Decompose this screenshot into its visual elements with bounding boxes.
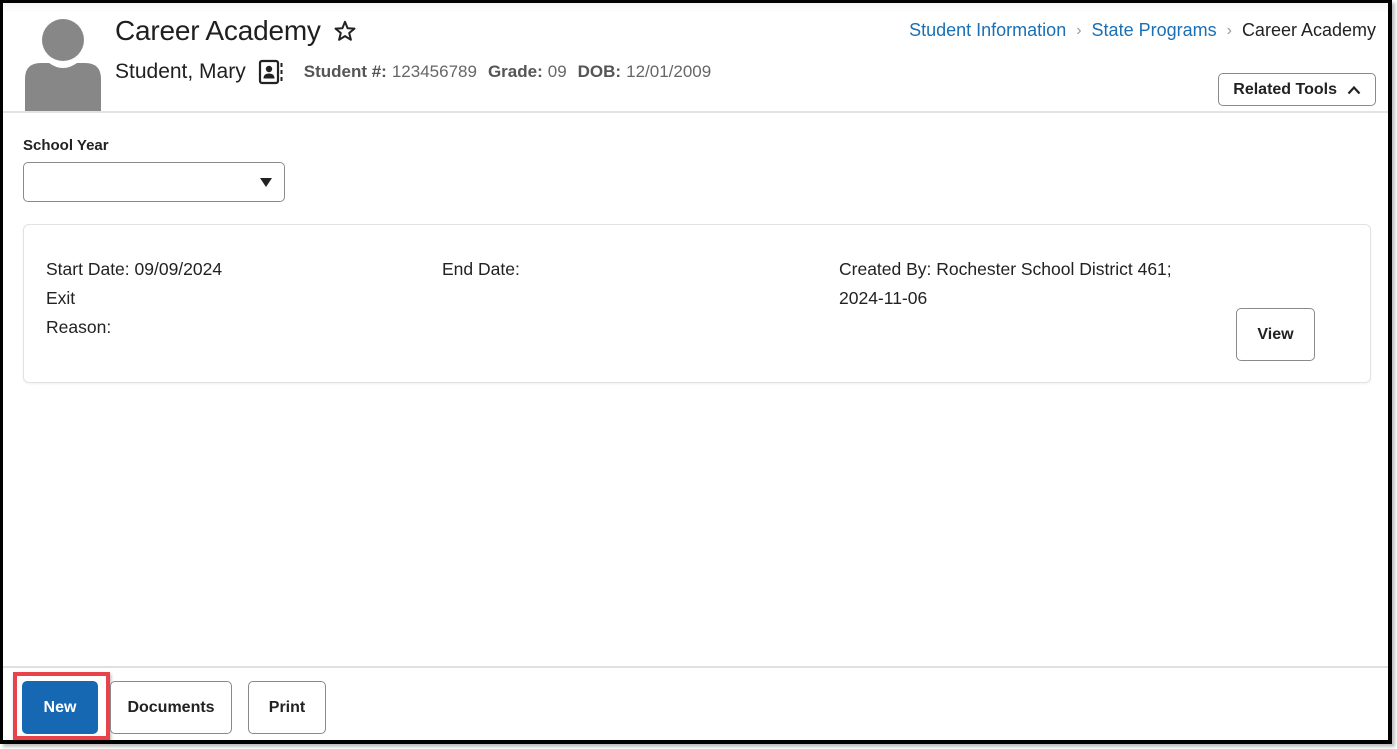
documents-button[interactable]: Documents xyxy=(110,681,232,734)
chevron-up-icon xyxy=(1347,85,1361,94)
record-dates-column: Start Date: 09/09/2024 Exit Reason: xyxy=(46,255,222,342)
student-meta: Student #: 123456789 Grade: 09 DOB: 12/0… xyxy=(304,62,722,82)
dropdown-caret-icon xyxy=(260,178,272,187)
page-header: Career Academy Student, Mary Student #: … xyxy=(3,3,1388,113)
grade-value: 09 xyxy=(547,62,567,81)
breadcrumb-student-information[interactable]: Student Information xyxy=(909,20,1066,41)
breadcrumb-state-programs[interactable]: State Programs xyxy=(1092,20,1217,41)
end-date: End Date: xyxy=(442,259,520,279)
favorite-star-icon[interactable] xyxy=(333,19,357,43)
start-date: Start Date: 09/09/2024 xyxy=(46,259,223,279)
breadcrumb-separator-icon: › xyxy=(1226,21,1232,39)
related-tools-button[interactable]: Related Tools xyxy=(1218,73,1376,106)
student-number-label: Student #: xyxy=(303,62,387,81)
student-avatar-icon xyxy=(25,19,101,111)
career-academy-record-card: Start Date: 09/09/2024 Exit Reason: End … xyxy=(23,224,1371,383)
view-button[interactable]: View xyxy=(1236,308,1315,361)
school-year-dropdown[interactable] xyxy=(23,162,285,202)
dob-label: DOB: xyxy=(577,62,622,81)
grade-label: Grade: xyxy=(487,62,543,81)
student-info-row: Student, Mary Student #: 123456789 Grade… xyxy=(115,59,722,85)
created-date: 2024-11-06 xyxy=(839,288,928,308)
breadcrumb-current: Career Academy xyxy=(1241,20,1376,40)
print-button[interactable]: Print xyxy=(248,681,326,734)
student-name: Student, Mary xyxy=(115,60,246,83)
page-frame: Career Academy Student, Mary Student #: … xyxy=(0,0,1392,744)
exit-reason-label-line1: Exit xyxy=(46,288,76,308)
page-title: Career Academy xyxy=(115,15,321,46)
action-bar: New Documents Print xyxy=(3,666,1388,740)
new-button[interactable]: New xyxy=(22,681,98,734)
breadcrumb: Student Information › State Programs › C… xyxy=(909,20,1376,41)
contact-card-icon[interactable] xyxy=(258,59,284,85)
student-number-value: 123456789 xyxy=(391,62,477,81)
school-year-label: School Year xyxy=(23,137,109,154)
created-by: Created By: Rochester School District 46… xyxy=(839,259,1172,279)
dob-value: 12/01/2009 xyxy=(626,62,712,81)
record-created-by-column: Created By: Rochester School District 46… xyxy=(839,255,1172,313)
record-end-date-column: End Date: xyxy=(442,255,520,284)
exit-reason-label-line2: Reason: xyxy=(46,317,112,337)
title-row: Career Academy xyxy=(115,15,357,47)
related-tools-label: Related Tools xyxy=(1233,80,1337,98)
breadcrumb-separator-icon: › xyxy=(1076,21,1082,39)
